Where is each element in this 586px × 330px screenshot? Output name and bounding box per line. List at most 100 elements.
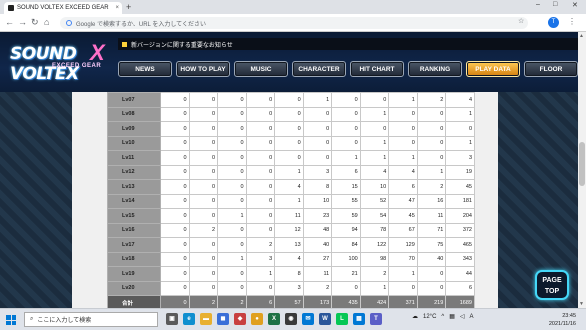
table-cell: 0 [245, 135, 276, 151]
main-content: Lv07 0 0 0 0 0 1 0 0 1 2 4 Lv08 0 0 0 0 0 0 0 1 0 0 1 Lv09 0 0 0 0 0 0… [0, 92, 578, 311]
store-icon[interactable]: ◼ [217, 313, 229, 325]
back-button[interactable]: ← [5, 17, 14, 27]
table-cell: 11 [274, 208, 304, 224]
nav-hit-chart[interactable]: HIT CHART [350, 61, 404, 77]
page-top-button[interactable]: PAGE TOP [535, 270, 569, 300]
table-cell: 1 [445, 135, 475, 151]
chrome-icon[interactable]: ● [251, 313, 263, 325]
tab-close-icon[interactable]: × [115, 5, 119, 11]
table-row: Lv07 0 0 0 0 0 1 0 0 1 2 4 [107, 92, 475, 108]
table-cell: 1 [302, 92, 333, 108]
profile-avatar[interactable]: T [548, 17, 559, 28]
ime-icon[interactable]: A [470, 314, 474, 320]
weather-temp[interactable]: 12°C [423, 314, 436, 320]
table-cell: 0 [274, 92, 304, 108]
table-cell: 0 [188, 135, 219, 151]
table-cell: 465 [445, 237, 475, 253]
reload-button[interactable]: ↻ [31, 17, 39, 28]
taskbar-clock[interactable]: 23:45 2021/11/16 [536, 312, 576, 328]
edge-icon[interactable]: e [183, 313, 195, 325]
table-cell: 0 [188, 150, 219, 166]
table-cell: 54 [359, 208, 390, 224]
table-cell: 0 [188, 280, 219, 296]
task-view-icon[interactable]: ▣ [166, 313, 178, 325]
volume-icon[interactable]: ◁ [460, 313, 465, 320]
table-row: Lv11 0 0 0 0 0 0 1 1 1 0 3 [107, 150, 475, 166]
close-window-button[interactable]: ✕ [572, 1, 578, 9]
url-input[interactable]: Google で検索するか、URL を入力してください [60, 17, 528, 29]
new-tab-button[interactable]: + [126, 2, 131, 12]
table-cell: 0 [217, 237, 247, 253]
browser-tab[interactable]: SOUND VOLTEX EXCEED GEAR × [4, 2, 122, 14]
nav-character[interactable]: CHARACTER [292, 61, 346, 77]
row-level-label: Lv13 [107, 179, 161, 195]
scroll-down-icon[interactable]: ▼ [579, 301, 584, 307]
browser-menu-icon[interactable]: ⋮ [568, 17, 576, 26]
taskbar-search-input[interactable]: ⌕ ここに入力して検索 [24, 312, 158, 327]
folder-icon[interactable]: ▬ [200, 313, 212, 325]
weather-icon[interactable]: ☁ [412, 313, 418, 320]
table-cell: 0 [388, 280, 418, 296]
nav-floor[interactable]: FLOOR [524, 61, 578, 77]
logo-subtitle: EXCEED GEAR [52, 63, 102, 69]
page-scrollbar[interactable]: ▲ ▼ [578, 32, 586, 308]
table-cell: 0 [217, 193, 247, 209]
notice-link[interactable]: 新バージョンに関する重要なお知らせ [118, 38, 578, 50]
table-cell: 4 [388, 164, 418, 180]
table-cell: 10 [302, 193, 333, 209]
table-cell: 0 [274, 135, 304, 151]
table-cell: 0 [416, 266, 447, 282]
forward-button[interactable]: → [18, 17, 27, 27]
table-cell: 181 [445, 193, 475, 209]
table-cell: 10 [359, 179, 390, 195]
network-icon[interactable]: ▦ [449, 313, 455, 320]
nav-music[interactable]: MUSIC [234, 61, 288, 77]
app-icon[interactable]: ◉ [285, 313, 297, 325]
windows-start-icon[interactable] [6, 315, 16, 325]
level-stats-table: Lv07 0 0 0 0 0 1 0 0 1 2 4 Lv08 0 0 0 0 0 0 0 1 0 0 1 Lv09 0 0 0 0 0 0… [107, 92, 475, 311]
row-level-label: Lv15 [107, 208, 161, 224]
table-cell: 0 [331, 121, 361, 137]
table-cell: 0 [302, 121, 333, 137]
table-cell: 0 [188, 121, 219, 137]
table-cell: 1 [388, 92, 418, 108]
table-cell: 1 [217, 208, 247, 224]
table-cell: 1 [245, 266, 276, 282]
calendar-icon[interactable]: ▦ [353, 313, 365, 325]
table-row: Lv19 0 0 0 1 8 11 21 2 1 0 44 [107, 266, 475, 282]
table-cell: 0 [331, 92, 361, 108]
table-cell: 2 [359, 266, 390, 282]
photos-icon[interactable]: ◆ [234, 313, 246, 325]
maximize-button[interactable]: □ [553, 1, 557, 8]
table-cell: 372 [445, 222, 475, 238]
table-cell: 2 [416, 92, 447, 108]
site-logo[interactable]: SOUND VOLTEX X EXCEED GEAR [8, 40, 116, 84]
table-cell: 0 [245, 164, 276, 180]
scroll-thumb[interactable] [579, 142, 585, 186]
table-cell: 0 [160, 251, 190, 267]
scroll-up-icon[interactable]: ▲ [579, 33, 584, 39]
line-icon[interactable]: L [336, 313, 348, 325]
nav-how-to-play[interactable]: HOW TO PLAY [176, 61, 230, 77]
chevron-up-icon[interactable]: ^ [441, 314, 444, 320]
teams-icon[interactable]: T [370, 313, 382, 325]
excel-icon[interactable]: X [268, 313, 280, 325]
table-cell: 0 [445, 121, 475, 137]
nav-play-data[interactable]: PLAY DATA [466, 61, 520, 77]
table-cell: 0 [331, 106, 361, 122]
table-cell: 0 [188, 193, 219, 209]
table-cell: 0 [217, 266, 247, 282]
bookmark-star-icon[interactable]: ☆ [518, 17, 524, 25]
minimize-button[interactable]: – [536, 1, 540, 8]
mail-icon[interactable]: ✉ [302, 313, 314, 325]
table-row: Lv08 0 0 0 0 0 0 0 1 0 0 1 [107, 106, 475, 122]
table-cell: 3 [302, 164, 333, 180]
home-button[interactable]: ⌂ [44, 17, 49, 27]
nav-ranking[interactable]: RANKING [408, 61, 462, 77]
word-icon[interactable]: W [319, 313, 331, 325]
system-tray: ☁ 12°C ^ ▦ ◁ A [412, 313, 474, 321]
table-cell: 0 [160, 237, 190, 253]
row-level-label: Lv16 [107, 222, 161, 238]
nav-news[interactable]: NEWS [118, 61, 172, 77]
table-cell: 0 [160, 280, 190, 296]
